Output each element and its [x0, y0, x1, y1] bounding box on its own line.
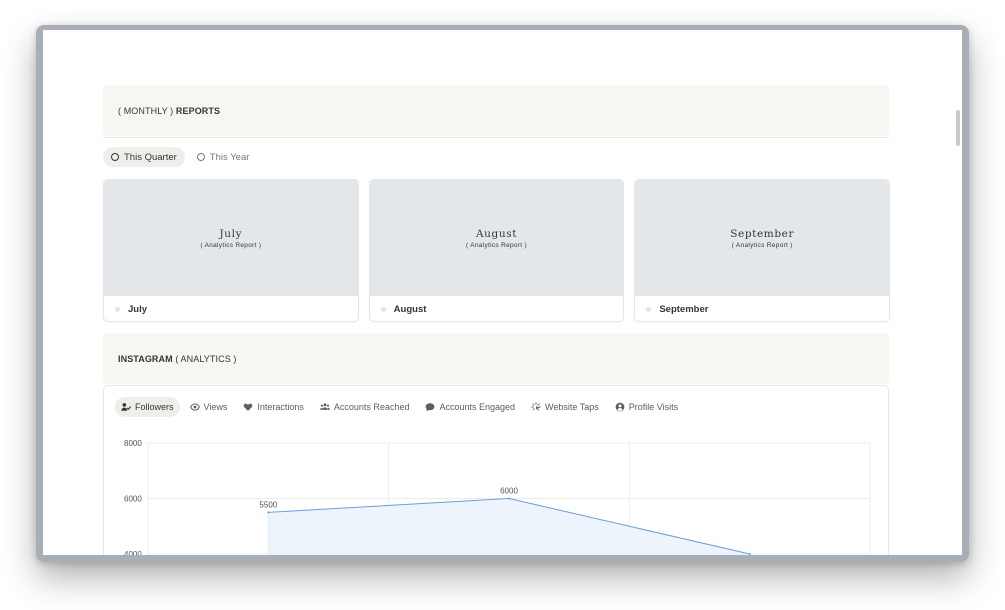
cover-title: September [730, 227, 795, 240]
data-point [508, 497, 510, 500]
period-tabs: This Quarter This Year [103, 146, 257, 168]
card-cover: August ( Analytics Report ) [369, 180, 624, 296]
instagram-header-suffix: ( ANALYTICS ) [175, 353, 237, 364]
y-tick-label: 4000 [124, 550, 142, 555]
card-label: August [393, 303, 427, 315]
page-icon [380, 306, 386, 312]
report-card-july[interactable]: July ( Analytics Report ) July [103, 179, 359, 322]
data-label: 5500 [259, 500, 277, 509]
card-cover: July ( Analytics Report ) [104, 180, 358, 296]
report-cards: July ( Analytics Report ) July August ( … [103, 179, 891, 322]
data-label: 6000 [500, 487, 518, 496]
card-footer: August [370, 296, 624, 321]
card-cover: September ( Analytics Report ) [635, 180, 890, 296]
cover-subtitle: ( Analytics Report ) [466, 241, 527, 249]
report-card-august[interactable]: August ( Analytics Report ) August [368, 179, 625, 322]
y-tick-label: 8000 [124, 439, 142, 448]
radio-icon [111, 153, 119, 161]
tab-this-year[interactable]: This Year [189, 147, 258, 167]
cover-subtitle: ( Analytics Report ) [200, 241, 262, 249]
reports-header-title: REPORTS [175, 105, 221, 116]
instagram-header: INSTAGRAM ( ANALYTICS ) [103, 333, 889, 384]
page-icon [646, 306, 652, 312]
cover-title: July [219, 227, 243, 240]
instagram-chart-panel: Followers Views Interactions Accounts Re… [103, 385, 889, 555]
vertical-scrollbar[interactable] [956, 110, 960, 146]
tab-this-quarter[interactable]: This Quarter [103, 147, 185, 167]
browser-window: ( MONTHLY ) REPORTS This Quarter This Ye… [36, 25, 969, 562]
data-point [748, 553, 751, 555]
y-tick-label: 6000 [124, 495, 142, 504]
followers-area-chart: 4000 6000 8000 5500 6000 [124, 439, 871, 555]
cover-subtitle: ( Analytics Report ) [731, 241, 793, 249]
radio-icon [196, 153, 205, 161]
data-point [267, 511, 270, 514]
instagram-header-title: INSTAGRAM [118, 353, 173, 364]
card-footer: September [635, 296, 889, 321]
page-icon [115, 306, 120, 312]
page-content[interactable]: ( MONTHLY ) REPORTS This Quarter This Ye… [43, 30, 962, 555]
tab-label: This Quarter [124, 151, 177, 163]
reports-header-prefix: ( MONTHLY ) [118, 105, 174, 116]
reports-header: ( MONTHLY ) REPORTS [103, 85, 889, 136]
cover-title: August [475, 227, 518, 240]
card-footer: July [104, 296, 358, 321]
tab-label: This Year [209, 151, 250, 163]
card-label: July [128, 303, 148, 315]
area-fill [268, 498, 750, 555]
divider [103, 137, 889, 138]
card-label: September [659, 303, 709, 315]
report-card-september[interactable]: September ( Analytics Report ) September [634, 179, 891, 322]
